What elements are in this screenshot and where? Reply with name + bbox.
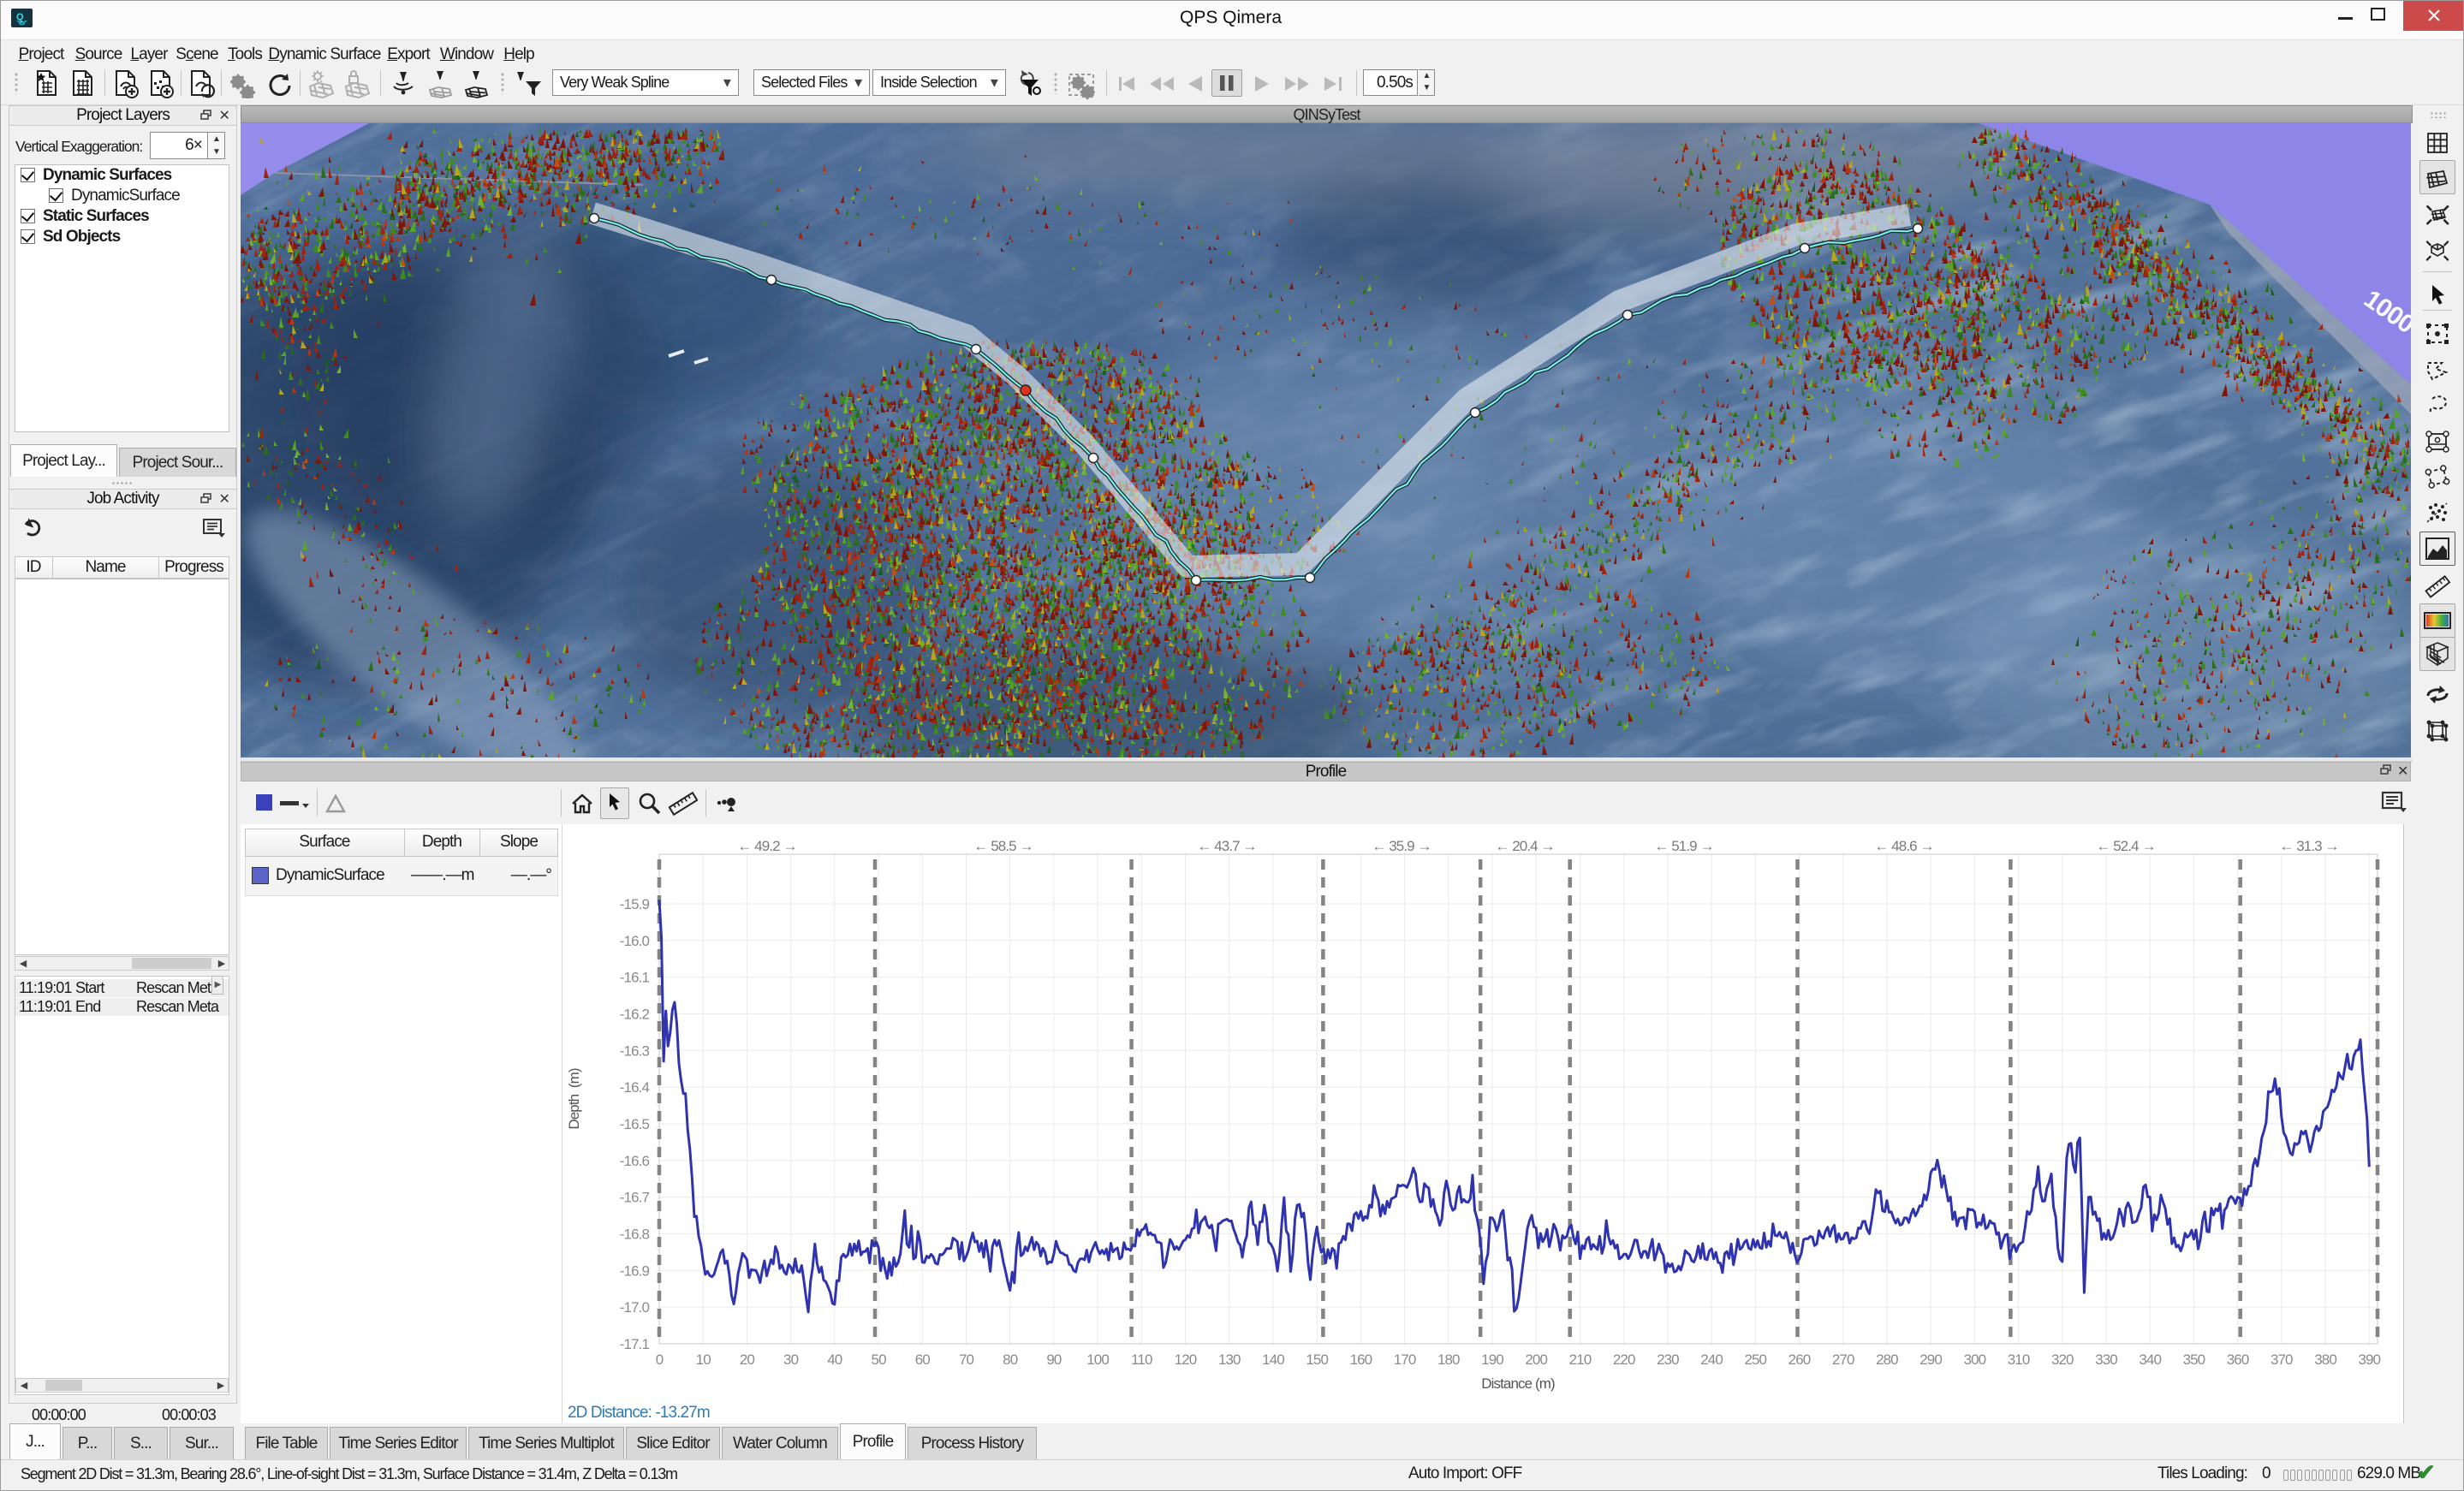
svg-text:240: 240 <box>1700 1351 1723 1368</box>
svg-text:370: 370 <box>2271 1351 2293 1368</box>
svg-text:80: 80 <box>1003 1351 1018 1368</box>
svg-text:← 35.9 →: ← 35.9 → <box>1372 838 1431 854</box>
svg-text:180: 180 <box>1437 1351 1460 1368</box>
svg-text:Distance (m): Distance (m) <box>1481 1375 1555 1392</box>
svg-text:70: 70 <box>959 1351 974 1368</box>
svg-text:20: 20 <box>740 1351 755 1368</box>
svg-text:← 51.9 →: ← 51.9 → <box>1654 838 1713 854</box>
svg-text:← 20.4 →: ← 20.4 → <box>1495 838 1554 854</box>
svg-text:-17.1: -17.1 <box>620 1336 650 1352</box>
svg-text:210: 210 <box>1569 1351 1592 1368</box>
svg-text:190: 190 <box>1481 1351 1503 1368</box>
svg-text:-16.8: -16.8 <box>620 1227 650 1243</box>
svg-text:120: 120 <box>1175 1351 1197 1368</box>
svg-text:-16.9: -16.9 <box>620 1262 650 1279</box>
svg-text:-16.4: -16.4 <box>620 1079 650 1096</box>
svg-text:380: 380 <box>2314 1351 2336 1368</box>
svg-text:-16.3: -16.3 <box>620 1043 650 1059</box>
svg-text:340: 340 <box>2139 1351 2161 1368</box>
svg-text:-16.6: -16.6 <box>620 1153 650 1169</box>
svg-text:320: 320 <box>2051 1351 2074 1368</box>
svg-text:← 43.7 →: ← 43.7 → <box>1197 838 1256 854</box>
svg-text:← 48.6 →: ← 48.6 → <box>1874 838 1933 854</box>
svg-text:360: 360 <box>2227 1351 2249 1368</box>
svg-text:170: 170 <box>1394 1351 1416 1368</box>
svg-text:160: 160 <box>1350 1351 1372 1368</box>
svg-text:150: 150 <box>1306 1351 1328 1368</box>
svg-text:50: 50 <box>872 1351 887 1368</box>
svg-text:60: 60 <box>915 1351 931 1368</box>
svg-text:40: 40 <box>827 1351 842 1368</box>
svg-text:-16.7: -16.7 <box>620 1190 650 1206</box>
svg-text:280: 280 <box>1876 1351 1898 1368</box>
svg-text:270: 270 <box>1832 1351 1854 1368</box>
svg-text:310: 310 <box>2008 1351 2030 1368</box>
svg-text:-16.1: -16.1 <box>620 970 650 986</box>
svg-text:Depth (m): Depth (m) <box>566 1068 582 1130</box>
svg-text:110: 110 <box>1131 1351 1152 1368</box>
svg-text:260: 260 <box>1788 1351 1811 1368</box>
svg-text:30: 30 <box>783 1351 799 1368</box>
svg-text:350: 350 <box>2183 1351 2205 1368</box>
svg-text:200: 200 <box>1525 1351 1547 1368</box>
svg-text:300: 300 <box>1964 1351 1986 1368</box>
svg-text:-16.5: -16.5 <box>620 1116 650 1132</box>
svg-text:230: 230 <box>1657 1351 1679 1368</box>
svg-text:-16.2: -16.2 <box>620 1007 650 1023</box>
svg-text:290: 290 <box>1919 1351 1942 1368</box>
svg-text:90: 90 <box>1046 1351 1062 1368</box>
svg-text:← 58.5 →: ← 58.5 → <box>973 838 1033 854</box>
svg-text:-15.9: -15.9 <box>620 896 650 912</box>
svg-text:← 31.3 →: ← 31.3 → <box>2279 838 2338 854</box>
svg-text:← 49.2 →: ← 49.2 → <box>737 838 796 854</box>
svg-text:130: 130 <box>1218 1351 1241 1368</box>
svg-text:220: 220 <box>1613 1351 1635 1368</box>
svg-text:← 52.4 →: ← 52.4 → <box>2096 838 2155 854</box>
svg-text:140: 140 <box>1262 1351 1284 1368</box>
svg-text:0: 0 <box>656 1351 664 1368</box>
svg-text:-16.0: -16.0 <box>620 933 650 949</box>
svg-text:250: 250 <box>1744 1351 1766 1368</box>
svg-text:100: 100 <box>1086 1351 1109 1368</box>
svg-text:-17.0: -17.0 <box>620 1299 650 1316</box>
svg-text:390: 390 <box>2358 1351 2380 1368</box>
svg-text:330: 330 <box>2095 1351 2117 1368</box>
svg-text:10: 10 <box>696 1351 711 1368</box>
